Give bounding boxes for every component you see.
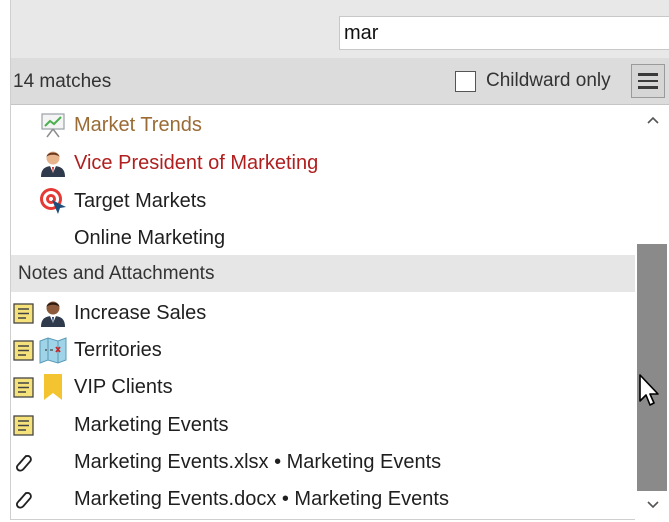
paperclip-icon bbox=[16, 492, 32, 509]
scroll-down-button[interactable] bbox=[635, 490, 669, 520]
childward-only-toggle[interactable]: Childward only bbox=[455, 68, 611, 94]
target-icon bbox=[40, 188, 66, 214]
result-label: Vice President of Marketing bbox=[74, 152, 319, 174]
result-label: Market Trends bbox=[74, 114, 202, 136]
match-count: 14 matches bbox=[13, 71, 112, 92]
attachment-label: Marketing Events.xlsx • Marketing Events bbox=[74, 451, 442, 473]
chevron-down-icon bbox=[646, 501, 659, 509]
attachment-item-marketing-events-docx[interactable]: Marketing Events.docx • Marketing Events bbox=[11, 481, 635, 518]
bookmark-icon bbox=[44, 374, 62, 400]
note-icon bbox=[13, 377, 34, 398]
paperclip-icon bbox=[16, 455, 32, 472]
vertical-scrollbar[interactable] bbox=[635, 105, 669, 520]
scroll-up-button[interactable] bbox=[635, 105, 669, 135]
note-label: VIP Clients bbox=[74, 376, 173, 398]
chart-presentation-icon bbox=[41, 113, 65, 138]
note-label: Increase Sales bbox=[74, 302, 207, 324]
note-label: Territories bbox=[74, 339, 162, 361]
section-header-label: Notes and Attachments bbox=[18, 262, 215, 284]
attachment-label: Marketing Events.docx • Marketing Events bbox=[74, 488, 449, 510]
childward-only-label: Childward only bbox=[486, 70, 611, 91]
person-icon bbox=[41, 151, 65, 177]
result-label: Online Marketing bbox=[74, 227, 226, 249]
result-item-target-markets[interactable]: Target Markets bbox=[11, 183, 635, 220]
attachment-item-marketing-events-xlsx[interactable]: Marketing Events.xlsx • Marketing Events bbox=[11, 444, 635, 481]
hamburger-icon-line bbox=[638, 86, 658, 89]
note-item-territories[interactable]: Territories bbox=[11, 332, 635, 369]
scrollbar-thumb[interactable] bbox=[637, 244, 667, 491]
note-item-increase-sales[interactable]: Increase Sales bbox=[11, 295, 635, 332]
search-panel: 14 matches Childward only Market Trends bbox=[10, 0, 669, 520]
result-label: Target Markets bbox=[74, 190, 207, 212]
result-item-market-trends[interactable]: Market Trends bbox=[11, 107, 635, 144]
note-item-marketing-events[interactable]: Marketing Events bbox=[11, 407, 635, 444]
result-item-vice-president-of-marketing[interactable]: Vice President of Marketing bbox=[11, 145, 635, 182]
section-header: Notes and Attachments bbox=[11, 255, 635, 292]
person-icon bbox=[41, 301, 65, 327]
hamburger-icon-line bbox=[638, 73, 658, 76]
mouse-cursor-icon bbox=[639, 374, 659, 406]
note-icon bbox=[13, 415, 34, 436]
results-list: Market Trends Vice President of Marketin… bbox=[11, 105, 635, 520]
note-icon bbox=[13, 303, 34, 324]
search-bar bbox=[11, 0, 669, 59]
map-icon bbox=[39, 337, 67, 364]
result-item-online-marketing[interactable]: Online Marketing bbox=[11, 220, 635, 257]
hamburger-icon-line bbox=[638, 79, 658, 83]
note-label: Marketing Events bbox=[74, 414, 229, 436]
filter-bar: 14 matches Childward only bbox=[11, 58, 669, 105]
search-input[interactable] bbox=[339, 16, 669, 50]
note-icon bbox=[13, 340, 34, 361]
menu-button[interactable] bbox=[631, 64, 665, 98]
note-item-vip-clients[interactable]: VIP Clients bbox=[11, 369, 635, 406]
chevron-up-icon bbox=[646, 116, 659, 124]
childward-only-checkbox[interactable] bbox=[455, 70, 476, 92]
